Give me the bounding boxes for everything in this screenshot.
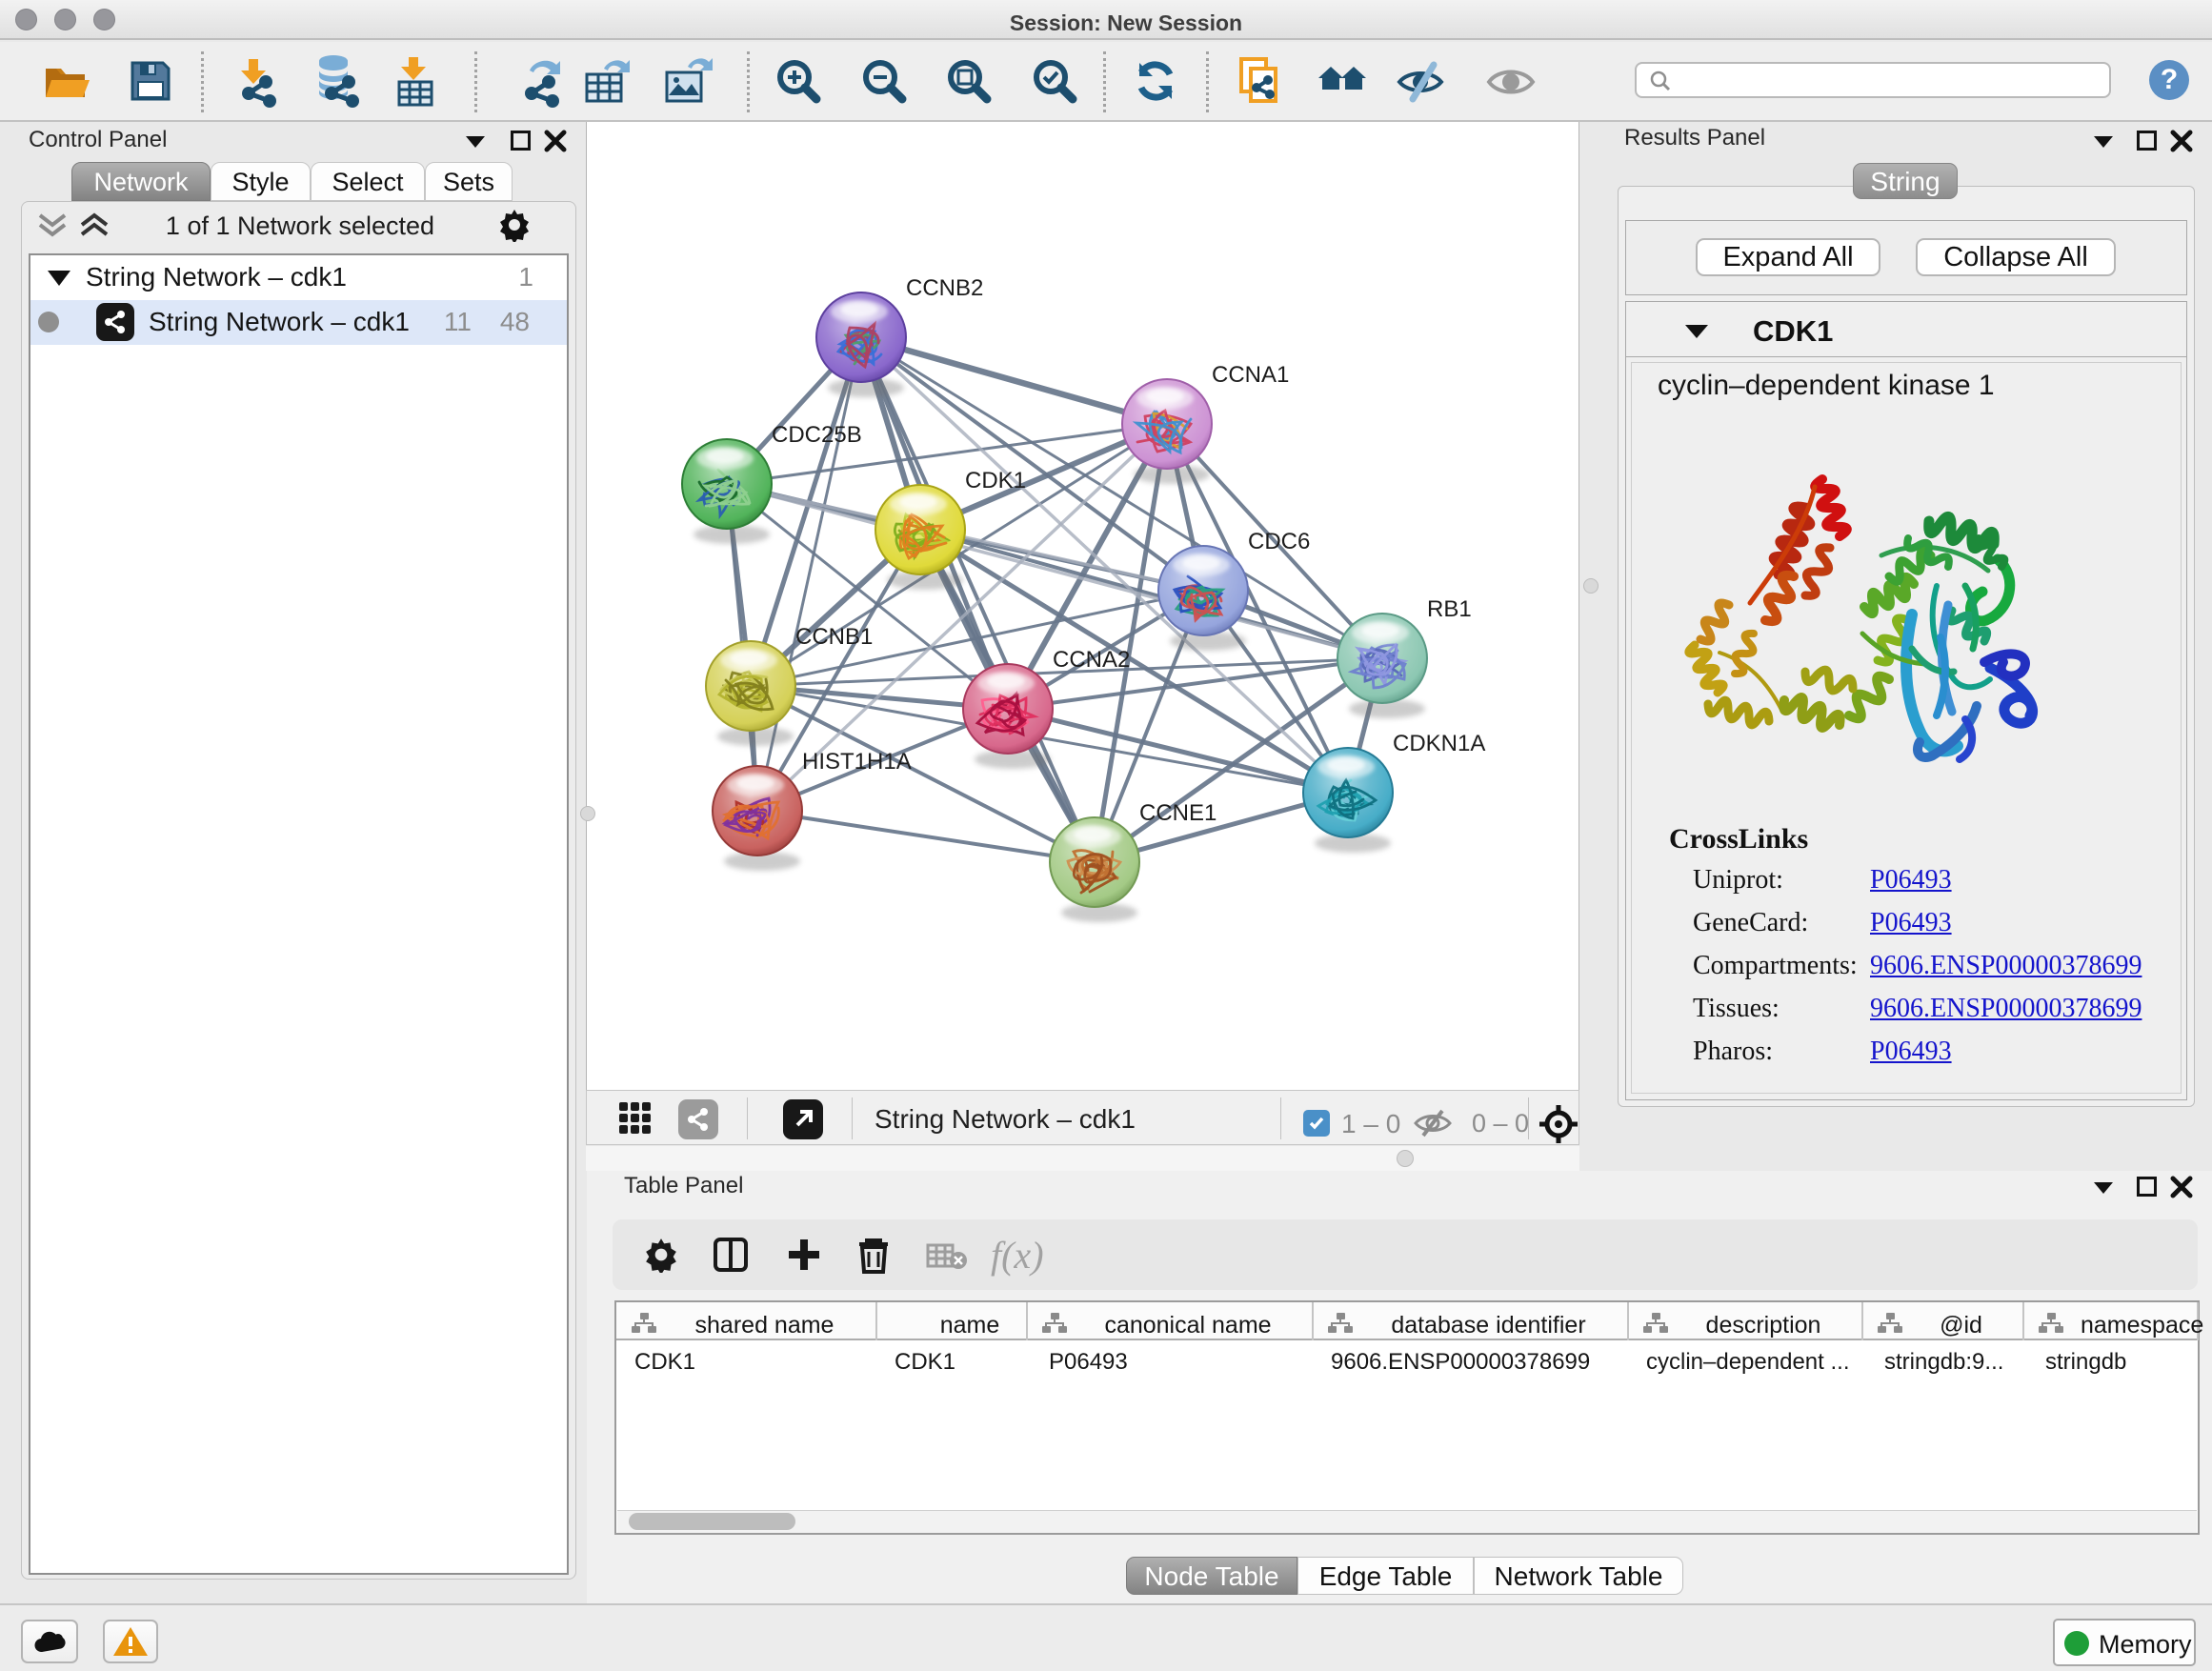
svg-text:CCNA1: CCNA1 bbox=[1212, 362, 1289, 388]
svg-text:CDKN1A: CDKN1A bbox=[1393, 731, 1485, 756]
svg-text:CDC6: CDC6 bbox=[1248, 529, 1310, 554]
svg-text:CDC25B: CDC25B bbox=[772, 422, 862, 448]
svg-text:HIST1H1A: HIST1H1A bbox=[802, 749, 912, 775]
svg-text:CCNB1: CCNB1 bbox=[795, 624, 873, 650]
svg-text:CCNA2: CCNA2 bbox=[1053, 647, 1130, 673]
svg-text:CCNB2: CCNB2 bbox=[906, 275, 983, 301]
svg-text:RB1: RB1 bbox=[1427, 596, 1472, 622]
svg-text:CCNE1: CCNE1 bbox=[1139, 800, 1217, 826]
svg-text:CDK1: CDK1 bbox=[965, 468, 1026, 493]
